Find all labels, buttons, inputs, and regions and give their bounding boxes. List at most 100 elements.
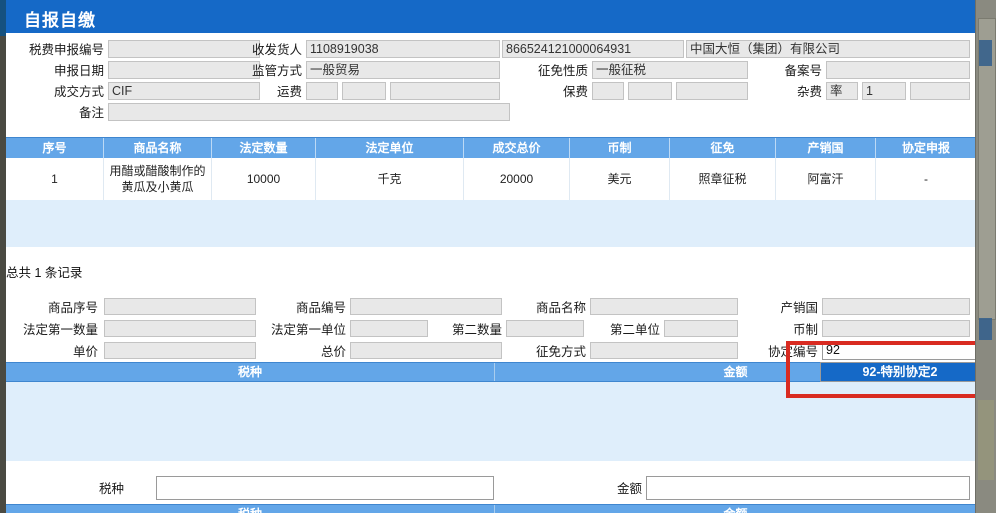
input-insurance-3[interactable]: [676, 82, 748, 100]
table-row[interactable]: 1 用醋或醋酸制作的 黄瓜及小黄瓜 10000 千克 20000 美元 照章征税…: [6, 158, 976, 201]
cell-agreement: -: [924, 172, 928, 186]
input-misc-rate-value[interactable]: 1: [862, 82, 906, 100]
input-consignee-name[interactable]: 中国大恒（集团）有限公司: [686, 40, 970, 58]
input-misc-fee-3[interactable]: [910, 82, 970, 100]
input-legal-first-unit[interactable]: [350, 320, 428, 337]
agreement-no-autocomplete-dropdown[interactable]: 92-特别协定2: [820, 362, 980, 382]
input-freight-3[interactable]: [390, 82, 500, 100]
label-legal-first-qty: 法定第一数量: [22, 323, 98, 337]
cell-seq: 1: [6, 158, 104, 200]
cell-legal-unit: 千克: [316, 158, 464, 200]
label-second-qty: 第二数量: [451, 323, 502, 337]
input-levy-mode[interactable]: [590, 342, 738, 359]
label-remark: 备注: [78, 106, 104, 120]
scrollbar-badge-mid: [979, 318, 992, 340]
cell-total-price: 20000: [464, 158, 570, 200]
left-edge-title-strip: [0, 0, 6, 36]
label-supervision-mode: 监管方式: [251, 64, 302, 78]
scrollbar-marker-region-2: [978, 400, 994, 480]
input-supervision-mode[interactable]: 一般贸易: [306, 61, 500, 79]
tax-table-empty-area: [6, 381, 976, 461]
label-misc-fee: 杂费: [796, 85, 822, 99]
label-goods-seq: 商品序号: [47, 301, 98, 315]
input-unit-price[interactable]: [104, 342, 256, 359]
input-bottom-tax-type[interactable]: [156, 476, 494, 500]
scrollbar-badge-top: [979, 40, 992, 66]
goods-table-header-row: 序号 商品名称 法定数量 法定单位 成交总价 币制 征免 产销国 协定申报: [6, 137, 976, 160]
input-freight-2[interactable]: [342, 82, 386, 100]
label-second-unit: 第二单位: [609, 323, 660, 337]
input-bottom-amount[interactable]: [646, 476, 970, 500]
label-goods-name: 商品名称: [535, 301, 586, 315]
label-origin-country: 产销国: [780, 301, 818, 315]
cell-goods-name-line2: 黄瓜及小黄瓜: [121, 180, 194, 194]
input-goods-seq[interactable]: [104, 298, 256, 315]
goods-detail-form: 商品序号 商品编号 商品名称 产销国 法定第一数量 法定第一单位 第二数量 第二…: [6, 290, 980, 360]
autocomplete-option[interactable]: 92-特别协定2: [821, 363, 979, 381]
label-levy-nature: 征免性质: [537, 64, 588, 78]
input-detail-total-price[interactable]: [350, 342, 502, 359]
input-record-no[interactable]: [826, 61, 970, 79]
input-origin-country[interactable]: [822, 298, 970, 315]
next-table-header-row: 税种 金额: [6, 504, 976, 513]
input-remark[interactable]: [108, 103, 510, 121]
col-header-legal-unit: 法定单位: [316, 138, 464, 159]
input-legal-first-qty[interactable]: [104, 320, 256, 337]
label-agreement-no: 协定编号: [767, 345, 818, 359]
input-freight-1[interactable]: [306, 82, 338, 100]
col-header-currency: 币制: [570, 138, 670, 159]
input-second-unit[interactable]: [664, 320, 738, 337]
input-second-qty[interactable]: [506, 320, 584, 337]
col-header-seq: 序号: [6, 138, 104, 159]
cell-goods-name: 用醋或醋酸制作的 黄瓜及小黄瓜: [104, 158, 212, 200]
input-currency[interactable]: [822, 320, 970, 337]
label-unit-price: 单价: [72, 345, 98, 359]
label-detail-total-price: 总价: [320, 345, 346, 359]
input-agreement-no[interactable]: 92: [822, 341, 980, 360]
input-insurance-1[interactable]: [592, 82, 624, 100]
col-header-country: 产销国: [776, 138, 876, 159]
input-goods-code[interactable]: [350, 298, 502, 315]
col-header-legal-qty: 法定数量: [212, 138, 316, 159]
label-legal-first-unit: 法定第一单位: [270, 323, 346, 337]
col-header-goods-name: 商品名称: [104, 138, 212, 159]
label-goods-code: 商品编号: [295, 301, 346, 315]
vertical-scrollbar[interactable]: [975, 0, 996, 513]
input-consignee-no[interactable]: 866524121000064931: [502, 40, 684, 58]
label-bottom-amount: 金额: [616, 482, 642, 496]
label-consignee: 收发货人: [251, 43, 302, 57]
left-edge-strip: [0, 0, 6, 513]
label-tax-declaration-no: 税费申报编号: [28, 43, 104, 57]
input-misc-rate-label[interactable]: 率: [826, 82, 858, 100]
header-form: 税费申报编号 收发货人 1108919038 86652412100006493…: [6, 33, 976, 133]
tax-entry-form: 税种 金额: [6, 462, 976, 504]
label-currency: 币制: [792, 323, 818, 337]
cell-levy: 照章征税: [670, 158, 776, 200]
app-window: 自报自缴 税费申报编号 收发货人 1108919038 866524121000…: [0, 0, 996, 513]
label-freight: 运费: [276, 85, 302, 99]
bottom-col-header-tax-type: 税种: [6, 505, 494, 513]
label-bottom-tax-type: 税种: [98, 482, 124, 496]
label-levy-mode: 征免方式: [535, 345, 586, 359]
cell-country: 阿富汗: [776, 158, 876, 200]
input-levy-nature[interactable]: 一般征税: [592, 61, 748, 79]
cell-currency: 美元: [570, 158, 670, 200]
record-count-label: 总共 1 条记录: [6, 266, 83, 280]
window-title-bar: 自报自缴: [6, 0, 976, 33]
cell-legal-qty: 10000: [212, 158, 316, 200]
col-header-total-price: 成交总价: [464, 138, 570, 159]
label-record-no: 备案号: [784, 64, 822, 78]
goods-table-empty-area: [6, 200, 976, 247]
col-header-agreement: 协定申报: [901, 141, 950, 155]
bottom-col-header-amount: 金额: [495, 505, 976, 513]
input-consignee-code[interactable]: 1108919038: [306, 40, 500, 58]
input-insurance-2[interactable]: [628, 82, 672, 100]
col-header-levy: 征免: [670, 138, 776, 159]
col-header-tax-type: 税种: [237, 365, 262, 379]
page-title: 自报自缴: [24, 11, 96, 30]
input-goods-name[interactable]: [590, 298, 738, 315]
goods-table: 序号 商品名称 法定数量 法定单位 成交总价 币制 征免 产销国 协定申报 1 …: [6, 137, 976, 247]
label-insurance: 保费: [562, 85, 588, 99]
cell-goods-name-line1: 用醋或醋酸制作的: [109, 164, 206, 178]
label-transaction-mode: 成交方式: [53, 85, 104, 99]
